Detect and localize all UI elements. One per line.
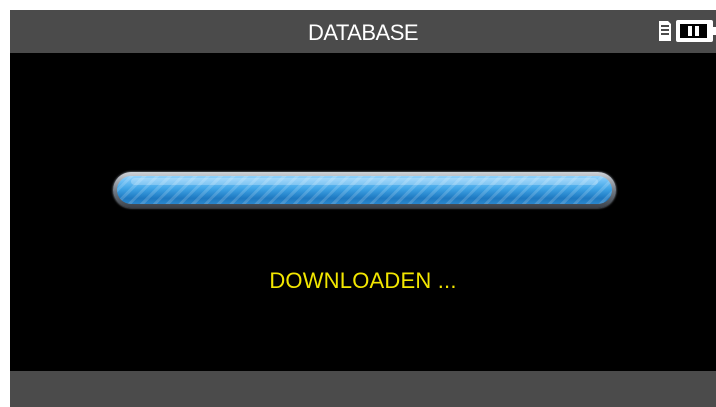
- download-status-text: DOWNLOADEN ...: [269, 268, 457, 293]
- device-frame: DATABASE DOWNLOADEN ...: [0, 0, 716, 407]
- progress-bar: [113, 172, 616, 208]
- device-screen: DATABASE DOWNLOADEN ...: [10, 10, 716, 407]
- progress-bar-fill: [117, 176, 612, 204]
- sd-card-icon: [659, 21, 671, 41]
- battery-icon: [676, 20, 716, 42]
- page-title: DATABASE: [307, 20, 419, 45]
- title-bar: DATABASE: [10, 10, 716, 53]
- status-icons: [656, 19, 716, 43]
- progress-bar-gloss: [131, 178, 598, 185]
- footer-bar: [10, 371, 716, 407]
